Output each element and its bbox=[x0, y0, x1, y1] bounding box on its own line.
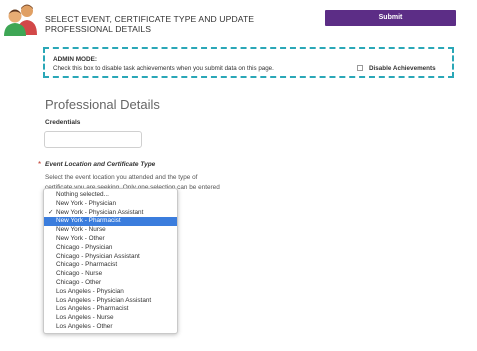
dropdown-option-label: Nothing selected... bbox=[56, 191, 109, 198]
dropdown-option[interactable]: Chicago - Pharmacist bbox=[44, 261, 177, 270]
dropdown-option[interactable]: Los Angeles - Physician Assistant bbox=[44, 297, 177, 306]
page-title: SELECT EVENT, CERTIFICATE TYPE AND UPDAT… bbox=[45, 14, 255, 34]
dropdown-option[interactable]: Chicago - Other bbox=[44, 279, 177, 288]
admin-mode-box: ADMIN MODE: Check this box to disable ta… bbox=[43, 47, 454, 78]
event-location-help-line1: Select the event location you attended a… bbox=[45, 174, 198, 181]
dropdown-option-label: Chicago - Nurse bbox=[56, 270, 103, 278]
dropdown-option[interactable]: Nothing selected... bbox=[44, 191, 177, 200]
dropdown-option[interactable]: Los Angeles - Physician bbox=[44, 288, 177, 297]
checkmark-icon: ✓ bbox=[48, 208, 54, 216]
dropdown-option-label: New York - Physician bbox=[56, 199, 117, 207]
dropdown-option-label: Los Angeles - Physician bbox=[56, 287, 124, 295]
dropdown-option-label: Chicago - Pharmacist bbox=[56, 261, 118, 269]
dropdown-option[interactable]: Chicago - Physician bbox=[44, 244, 177, 253]
credentials-label: Credentials bbox=[45, 119, 81, 126]
dropdown-option[interactable]: Chicago - Nurse bbox=[44, 270, 177, 279]
required-indicator: * bbox=[38, 160, 42, 169]
submit-button[interactable]: Submit bbox=[325, 10, 456, 26]
dropdown-option[interactable]: Los Angeles - Other bbox=[44, 323, 177, 332]
credentials-input[interactable] bbox=[44, 131, 142, 148]
dropdown-option-label: Chicago - Physician Assistant bbox=[56, 252, 140, 260]
dropdown-option[interactable]: Chicago - Physician Assistant bbox=[44, 253, 177, 262]
dropdown-option-label: New York - Other bbox=[56, 235, 105, 242]
dropdown-option-label: Chicago - Other bbox=[56, 279, 102, 286]
disable-achievements-checkbox[interactable] bbox=[357, 65, 363, 71]
dropdown-option-label: Los Angeles - Nurse bbox=[56, 314, 114, 322]
dropdown-option[interactable]: New York - Nurse bbox=[44, 226, 177, 235]
dropdown-option[interactable]: Los Angeles - Pharmacist bbox=[44, 305, 177, 314]
dropdown-option[interactable]: Los Angeles - Nurse bbox=[44, 314, 177, 323]
dropdown-option-label: New York - Nurse bbox=[56, 226, 106, 234]
dropdown-option-label: New York - Physician Assistant bbox=[56, 208, 144, 216]
event-location-dropdown[interactable]: Nothing selected... New York - Physician ✓… bbox=[43, 188, 178, 334]
event-location-label: Event Location and Certificate Type bbox=[45, 161, 156, 168]
professional-details-heading: Professional Details bbox=[45, 97, 160, 112]
disable-achievements-label[interactable]: Disable Achievements bbox=[369, 65, 436, 72]
dropdown-option[interactable]: ✓ New York - Physician Assistant bbox=[44, 209, 177, 218]
dropdown-option-label: Los Angeles - Physician Assistant bbox=[56, 296, 152, 304]
dropdown-option[interactable]: New York - Other bbox=[44, 235, 177, 244]
dropdown-option-label: New York - Pharmacist bbox=[56, 217, 121, 225]
dropdown-option-label: Los Angeles - Pharmacist bbox=[56, 305, 129, 313]
admin-mode-text: Check this box to disable task achieveme… bbox=[53, 65, 274, 72]
users-icon bbox=[3, 2, 41, 36]
dropdown-option[interactable]: New York - Physician bbox=[44, 200, 177, 209]
admin-mode-title: ADMIN MODE: bbox=[53, 56, 98, 63]
dropdown-option-label: Chicago - Physician bbox=[56, 243, 113, 251]
dropdown-option[interactable]: New York - Pharmacist bbox=[44, 217, 177, 227]
dropdown-option-label: Los Angeles - Other bbox=[56, 323, 113, 330]
